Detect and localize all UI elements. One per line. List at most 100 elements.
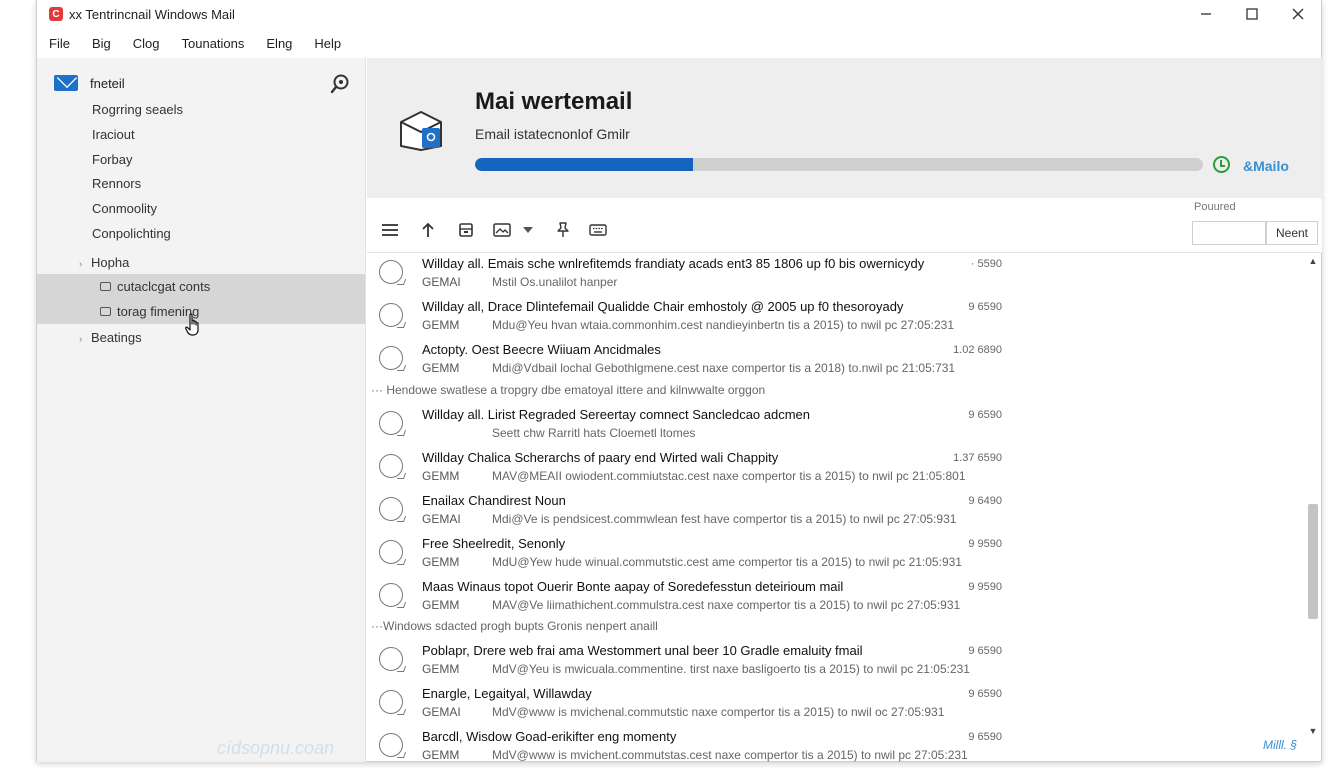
image-dropdown-button[interactable] — [517, 219, 539, 241]
menu-tounations[interactable]: Tounations — [182, 36, 245, 51]
contact-avatar-icon — [379, 260, 403, 284]
message-size: 9 6590 — [968, 688, 1002, 700]
scroll-up-icon[interactable]: ▲ — [1305, 256, 1321, 270]
message-row[interactable]: Actopty. Oest Beecre Wiiuam Ancidmales 1.… — [367, 340, 1307, 383]
app-window: C xx Tentrincnail Windows Mail File Big … — [36, 0, 1322, 762]
message-size: 9 9590 — [968, 581, 1002, 593]
message-toolbar: Pouured Neent — [367, 199, 1322, 253]
clock-icon — [1213, 156, 1230, 173]
sidebar-item-conmoolity[interactable]: Conmoolity — [92, 201, 157, 216]
account-header: Mai wertemail Email istatecnonlof Gmilr … — [367, 58, 1322, 198]
message-subject: Willday all. Emais sche wnlrefitemds fra… — [422, 256, 925, 271]
keyboard-button[interactable] — [587, 219, 609, 241]
image-button[interactable] — [491, 219, 513, 241]
message-sender: GEMM — [422, 318, 460, 332]
message-row[interactable]: Barcdl, Wisdow Goad-erikifter eng moment… — [367, 727, 1307, 762]
message-row[interactable]: Free Sheelredit, Senonly 9 9590 GEMM MdU@Ye… — [367, 534, 1307, 577]
message-sender: GEMM — [422, 748, 460, 762]
message-preview: MdV@Yeu is mwicuala.commentine. tirst na… — [492, 662, 970, 676]
message-row[interactable]: Willday all, Drace Dlintefemail Qualidde… — [367, 297, 1307, 340]
message-sender: GEMAI — [422, 512, 461, 526]
message-row[interactable]: Willday Chalica Scherarchs of paary end … — [367, 448, 1307, 491]
menu-clog[interactable]: Clog — [133, 36, 160, 51]
message-sender: GEMM — [422, 555, 460, 569]
menu-big[interactable]: Big — [92, 36, 111, 51]
search-field-label: Pouured — [1194, 201, 1236, 213]
message-row[interactable]: Poblapr, Drere web frai ama Westommert u… — [367, 641, 1307, 684]
sidebar-group-beatings[interactable]: › Beatings — [79, 330, 142, 345]
archive-button[interactable] — [455, 219, 477, 241]
maximize-button[interactable] — [1229, 0, 1275, 28]
message-preview: MdV@www is mvichenal.commutstic naxe com… — [492, 705, 945, 719]
message-subject: Maas Winaus topot Ouerir Bonte aapay of … — [422, 579, 844, 594]
message-row[interactable]: Enailax Chandirest Noun 9 6490 GEMAI Mdi@Ve… — [367, 491, 1307, 534]
upload-button[interactable] — [417, 219, 439, 241]
sidebar-header: fneteil — [37, 72, 365, 94]
search-input[interactable] — [1192, 221, 1266, 245]
menu-file[interactable]: File — [49, 36, 70, 51]
list-group-separator: ··· Hendowe swatlese a tropgry dbe emato… — [371, 383, 766, 397]
message-sender: GEMM — [422, 469, 460, 483]
sidebar-subitem-label: cutaclcgat conts — [117, 279, 211, 294]
menu-bar: File Big Clog Tounations Elng Help — [37, 30, 363, 56]
contact-avatar-icon — [379, 346, 403, 370]
sidebar-item-rogrring-seaels[interactable]: Rogrring seaels — [92, 102, 183, 117]
message-sender: GEMAI — [422, 705, 461, 719]
contact-avatar-icon — [379, 690, 403, 714]
contact-avatar-icon — [379, 411, 403, 435]
close-button[interactable] — [1275, 0, 1321, 28]
message-preview: MdU@Yew hude winual.commutstic.cest ame … — [492, 555, 962, 569]
mail-envelope-icon — [54, 75, 78, 91]
scroll-down-icon[interactable]: ▼ — [1305, 726, 1321, 740]
message-size: 9 6490 — [968, 495, 1002, 507]
message-sender: GEMM — [422, 361, 460, 375]
mailbox-icon — [400, 111, 442, 151]
next-button[interactable]: Neent — [1266, 221, 1318, 245]
message-size: 9 9590 — [968, 538, 1002, 550]
sidebar-item-conpolichting[interactable]: Conpolichting — [92, 226, 171, 241]
sidebar-subitem-cutaclcgat-conts[interactable]: cutaclcgat conts — [100, 279, 210, 294]
window-controls — [1183, 0, 1321, 28]
minimize-button[interactable] — [1183, 0, 1229, 28]
watermark: cídsopnu.coan — [217, 738, 335, 758]
pin-button[interactable] — [552, 219, 574, 241]
message-subject: Enargle, Legaityal, Willawday — [422, 686, 592, 701]
search-icon[interactable] — [329, 73, 351, 95]
menu-help[interactable]: Help — [314, 36, 341, 51]
sidebar-item-rennors[interactable]: Rennors — [92, 176, 141, 191]
message-preview: Seett chw Rarritl hats Cloemetl ltomes — [492, 426, 696, 440]
message-row[interactable]: Willday all. Lirist Regraded Sereertay c… — [367, 405, 1307, 448]
contact-avatar-icon — [379, 647, 403, 671]
sidebar-group-hopha[interactable]: › Hopha — [79, 255, 129, 270]
keyboard-icon — [589, 224, 607, 236]
page-title: Mai wertemail — [475, 88, 633, 115]
contact-avatar-icon — [379, 733, 403, 757]
message-list-scrollbar[interactable]: ▲ ▼ — [1305, 254, 1321, 744]
message-sender: GEMM — [422, 662, 460, 676]
arrow-up-icon — [422, 222, 434, 237]
hamburger-icon — [382, 224, 398, 236]
message-preview: Mstil Os.unalilot hanper — [492, 275, 618, 289]
contact-avatar-icon — [379, 497, 403, 521]
sidebar-item-forbay[interactable]: Forbay — [92, 152, 132, 167]
message-row[interactable]: Willday all. Emais sche wnlrefitemds fra… — [367, 254, 1307, 297]
message-subject: Free Sheelredit, Senonly — [422, 536, 566, 551]
message-size: · 5590 — [970, 258, 1002, 270]
sidebar-item-iraciout[interactable]: Iraciout — [92, 127, 135, 142]
message-row[interactable]: Enargle, Legaityal, Willawday 9 6590 GEMAI… — [367, 684, 1307, 727]
maximize-icon — [1246, 8, 1258, 20]
menu-elng[interactable]: Elng — [266, 36, 292, 51]
hand-cursor-icon — [185, 313, 199, 336]
scrollbar-thumb[interactable] — [1308, 504, 1318, 619]
archive-icon — [459, 223, 473, 237]
sidebar-group-label: Beatings — [91, 330, 142, 345]
app-logo-icon: C — [49, 7, 63, 21]
contact-avatar-icon — [379, 583, 403, 607]
message-size: 9 6590 — [968, 645, 1002, 657]
menu-button[interactable] — [379, 219, 401, 241]
window-title: xx Tentrincnail Windows Mail — [69, 6, 235, 22]
message-row[interactable]: Maas Winaus topot Ouerir Bonte aapay of … — [367, 577, 1307, 620]
message-preview: Mdi@Ve is pendsicest.commwlean fest have… — [492, 512, 957, 526]
pin-icon — [557, 222, 569, 237]
sync-progress-fill — [475, 158, 694, 171]
